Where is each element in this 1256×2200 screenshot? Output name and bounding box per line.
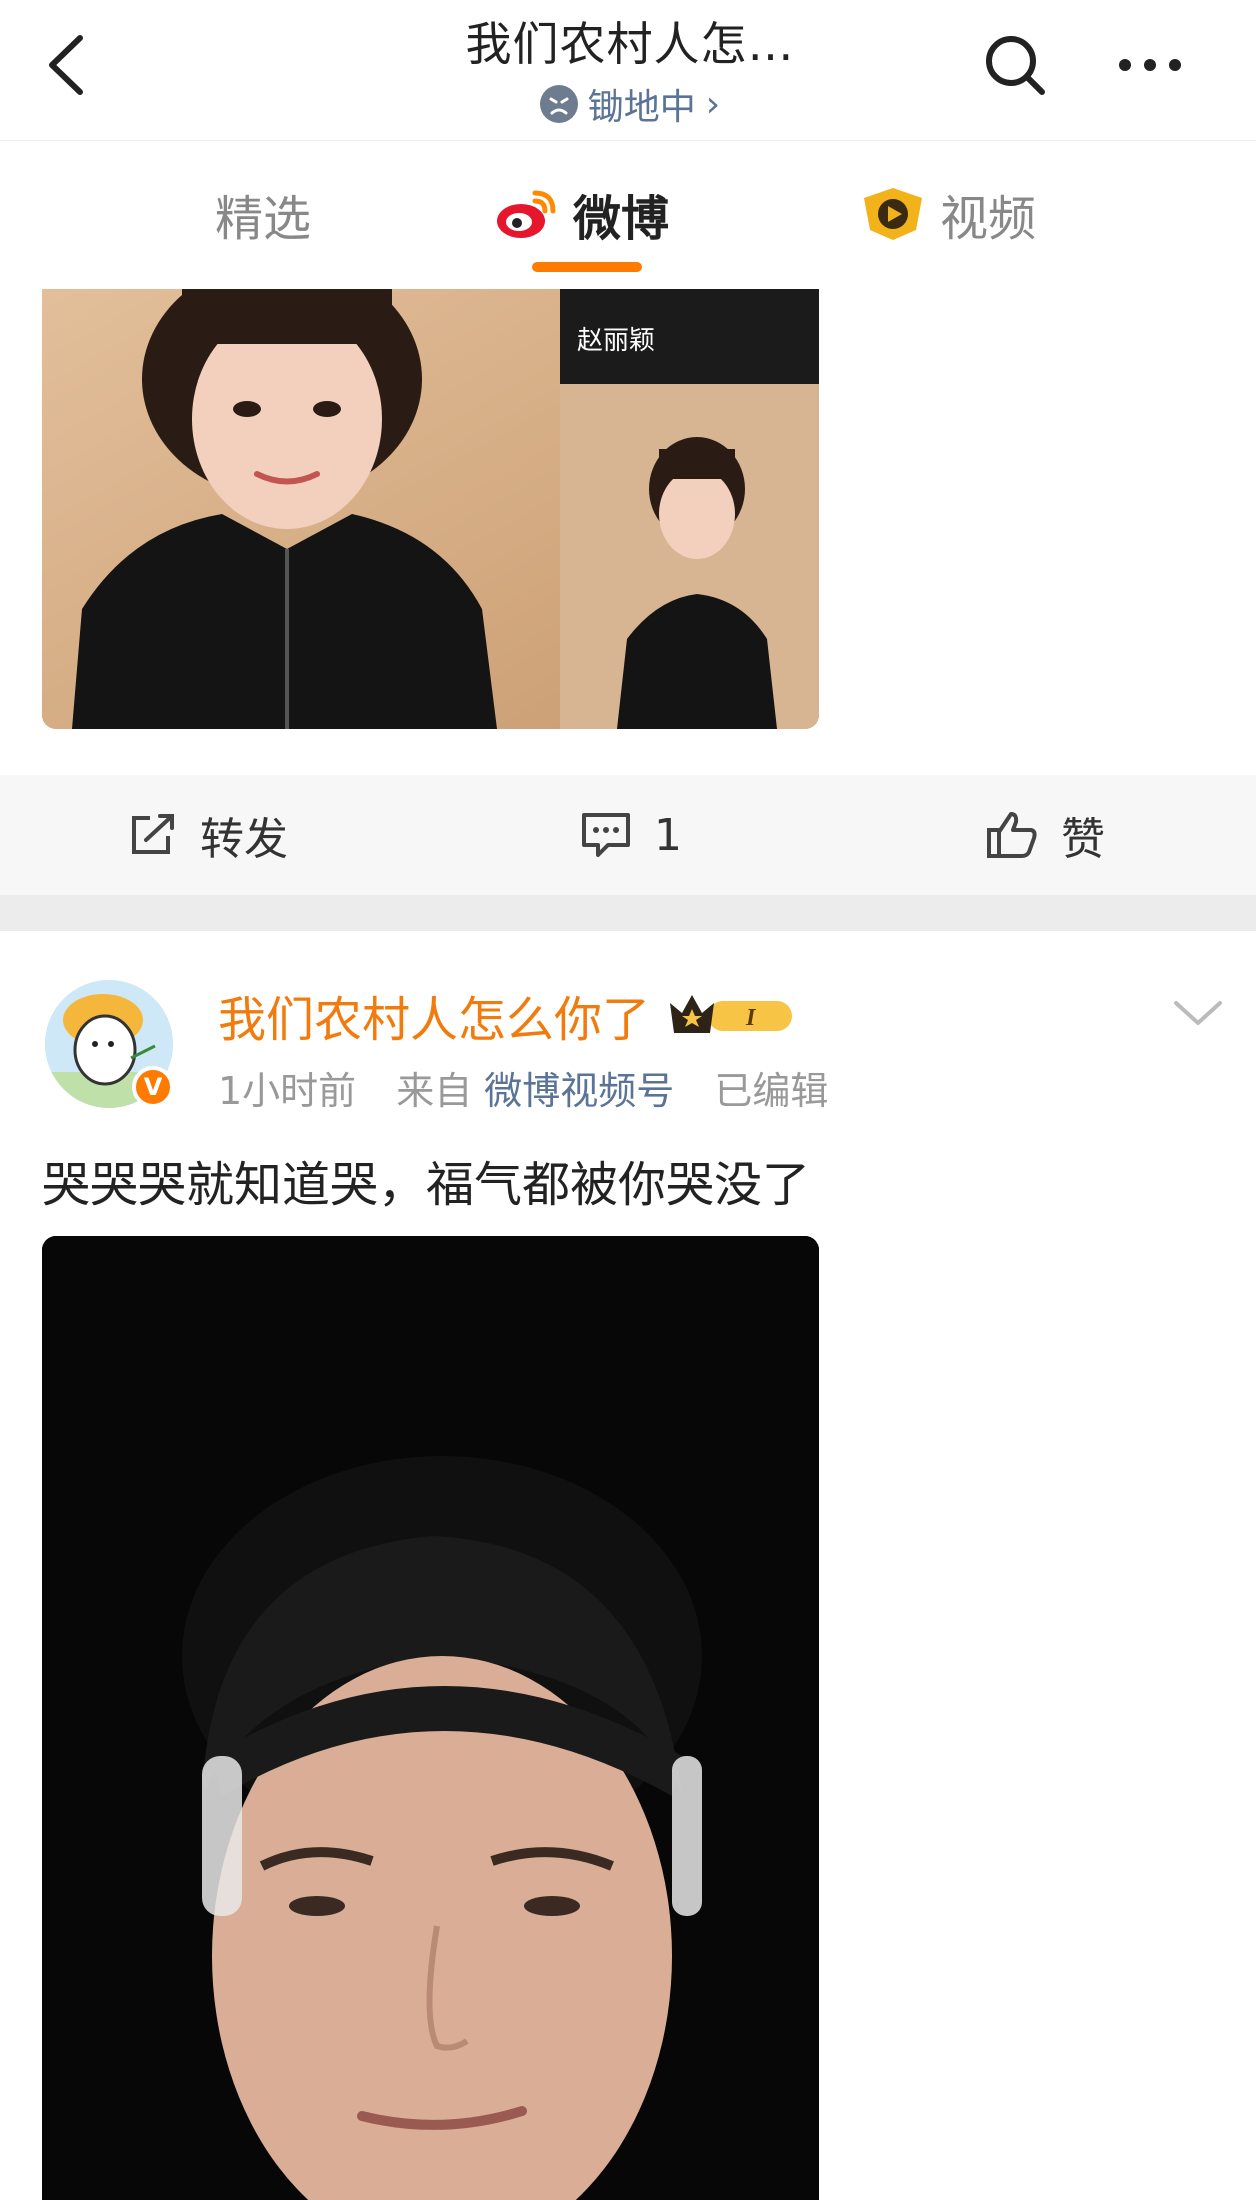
- top-nav-bar: 我们农村人怎… 锄地中 ›: [0, 0, 1256, 141]
- badge-level: I: [745, 1005, 757, 1031]
- chevron-down-icon: [1174, 1001, 1222, 1025]
- tab-featured-label: 精选: [215, 191, 312, 247]
- repost-label: 转发: [200, 814, 288, 865]
- search-button[interactable]: [980, 30, 1050, 100]
- comment-icon: [582, 813, 630, 857]
- post-divider: [0, 895, 1256, 931]
- status-arrow-icon: ›: [705, 83, 721, 125]
- post-menu-button[interactable]: [1170, 995, 1226, 1031]
- tab-video[interactable]: 视频: [860, 179, 1036, 249]
- tab-bar: 精选 微博 视频: [0, 141, 1256, 289]
- edited-label: 已编辑: [714, 1069, 829, 1113]
- thumbs-up-icon: [987, 812, 1037, 858]
- search-icon: [986, 36, 1045, 95]
- video-channel-icon: [864, 188, 922, 240]
- like-button[interactable]: 赞: [985, 775, 1105, 895]
- source-prefix: 来自: [396, 1069, 473, 1113]
- more-dots-icon: [1119, 59, 1181, 71]
- repost-button[interactable]: 转发: [128, 775, 288, 895]
- post-meta: 1小时前 来自 微博视频号 已编辑: [218, 1060, 828, 1115]
- chevron-left-icon: [49, 35, 83, 95]
- author-name-row[interactable]: 我们农村人怎么你了 I: [218, 980, 796, 1050]
- comment-button[interactable]: 1: [580, 775, 682, 895]
- video-thumbnail: [42, 1236, 819, 2200]
- page-title: 我们农村人怎…: [465, 17, 795, 71]
- member-crown-badge[interactable]: I: [666, 989, 796, 1041]
- post-video[interactable]: [42, 1236, 819, 2200]
- active-tab-indicator: [532, 262, 642, 272]
- tab-featured[interactable]: 精选: [215, 179, 311, 249]
- verified-badge-icon: V: [132, 1066, 174, 1108]
- post-image[interactable]: 赵丽颖: [42, 289, 819, 729]
- weibo-logo-icon: [497, 190, 556, 238]
- comment-count: 1: [654, 809, 682, 861]
- back-button[interactable]: [40, 30, 100, 100]
- status-face-icon: [539, 85, 578, 123]
- image-caption: 赵丽颖: [577, 325, 655, 355]
- source-link[interactable]: 微博视频号: [484, 1069, 674, 1113]
- post-action-bar: 转发 1 赞: [0, 775, 1256, 895]
- tab-weibo-label: 微博: [573, 191, 670, 247]
- repost-icon: [132, 814, 174, 854]
- tab-video-label: 视频: [940, 191, 1037, 247]
- header-title-block: 我们农村人怎… 锄地中 ›: [380, 8, 880, 130]
- livestream-screenshot: 赵丽颖: [42, 289, 819, 729]
- tab-weibo[interactable]: 微博: [495, 179, 669, 249]
- post-time: 1小时前: [218, 1069, 357, 1113]
- more-button[interactable]: [1115, 40, 1185, 90]
- like-label: 赞: [1061, 814, 1105, 865]
- crown-icon: I: [670, 995, 793, 1033]
- post-text: 哭哭哭就知道哭，福气都被你哭没了: [42, 1157, 811, 1213]
- status-text: 锄地中: [587, 87, 696, 128]
- author-name: 我们农村人怎么你了: [218, 992, 651, 1048]
- user-status[interactable]: 锄地中 ›: [380, 78, 880, 130]
